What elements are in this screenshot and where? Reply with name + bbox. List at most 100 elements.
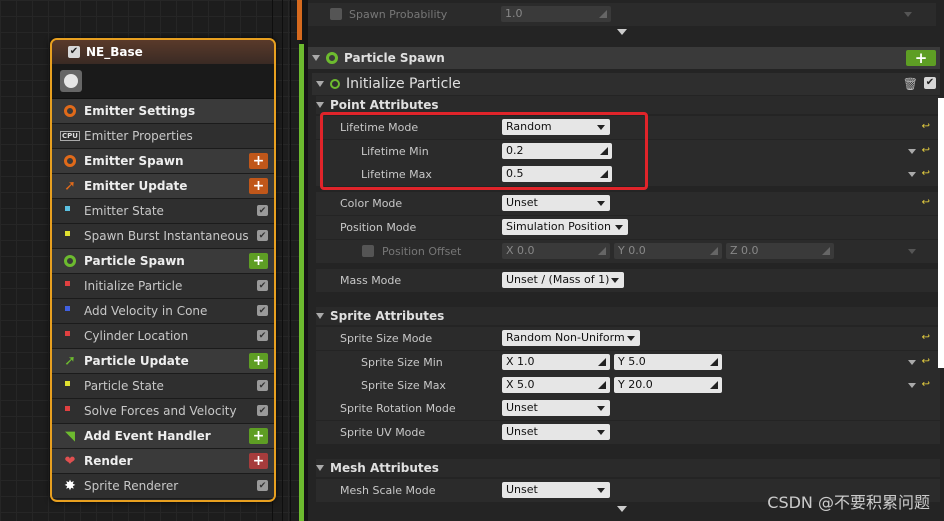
sprite-renderer-icon: ✸ — [64, 478, 76, 494]
reset-icon[interactable]: ↩ — [922, 379, 930, 390]
position-offset-z-field[interactable]: Z 0.0 — [726, 243, 834, 259]
row-label: Sprite Renderer — [84, 479, 179, 493]
position-offset-z-value: Z 0.0 — [730, 244, 759, 257]
module-enable-checkbox[interactable]: ✔ — [257, 405, 268, 416]
add-module-button[interactable]: + — [249, 153, 268, 169]
reset-icon[interactable]: ↩ — [922, 121, 930, 132]
module-enable-checkbox[interactable]: ✔ — [257, 205, 268, 216]
sprite-size-max-y-field[interactable]: Y 20.0 — [614, 377, 722, 393]
module-item[interactable]: Emitter State ✔ — [52, 199, 274, 224]
scroll-down-icon[interactable] — [617, 506, 627, 512]
module-enable-checkbox[interactable]: ✔ — [257, 480, 268, 491]
stage-header[interactable]: ◥ Add Event Handler + — [52, 424, 274, 449]
module-enable-checkbox[interactable]: ✔ — [257, 305, 268, 316]
initialize-particle-header[interactable]: Initialize Particle 🗑 ✔ — [312, 73, 940, 95]
delete-icon[interactable]: 🗑 — [903, 77, 918, 91]
position-offset-y-field[interactable]: Y 0.0 — [614, 243, 722, 259]
sprite-attributes-header[interactable]: Sprite Attributes — [316, 307, 940, 325]
sprite-size-min-y-value: Y 5.0 — [618, 355, 646, 368]
mass-mode-value: Unset / (Mass of 1) — [506, 273, 610, 286]
node-header[interactable]: ✔ NE_Base — [52, 40, 274, 64]
node-enable-checkbox[interactable]: ✔ — [68, 46, 80, 58]
position-offset-checkbox[interactable] — [362, 245, 374, 257]
mesh-attributes-title: Mesh Attributes — [330, 461, 439, 475]
module-item[interactable]: Cylinder Location ✔ — [52, 324, 274, 349]
stage-header[interactable]: ❤ Render + — [52, 449, 274, 474]
node-thumbnail-row — [52, 64, 274, 99]
module-enable-checkbox[interactable]: ✔ — [257, 380, 268, 391]
mass-mode-label: Mass Mode — [340, 274, 402, 287]
module-item[interactable]: Spawn Burst Instantaneous ✔ — [52, 224, 274, 249]
reset-icon[interactable]: ↩ — [922, 332, 930, 343]
stage-header[interactable]: ➚ Particle Update + — [52, 349, 274, 374]
sprite-size-max-dropdown-icon[interactable] — [908, 383, 916, 388]
particle-spawn-header[interactable]: Particle Spawn + — [308, 47, 940, 69]
mesh-attributes-header[interactable]: Mesh Attributes — [316, 459, 940, 477]
sprite-size-mode-label: Sprite Size Mode — [340, 332, 433, 345]
add-module-button[interactable]: + — [249, 428, 268, 444]
sprite-size-max-x-value: X 5.0 — [506, 378, 535, 391]
reset-icon[interactable]: ↩ — [922, 197, 930, 208]
node-title: NE_Base — [86, 45, 143, 59]
module-enable-checkbox[interactable]: ✔ — [257, 280, 268, 291]
selection-details-panel: Spawn Probability 1.0 Particle Spawn + I… — [308, 0, 944, 521]
module-enable-checkbox[interactable]: ✔ — [924, 77, 936, 89]
details-scrollbar[interactable] — [938, 98, 944, 368]
sprite-size-min-x-field[interactable]: X 1.0 — [502, 354, 610, 370]
row-label: Spawn Burst Instantaneous — [84, 229, 249, 243]
row-label: Emitter Spawn — [84, 154, 184, 168]
stage-header[interactable]: Emitter Settings — [52, 99, 274, 124]
position-mode-select[interactable]: Simulation Position — [502, 219, 628, 235]
add-module-button[interactable]: + — [249, 353, 268, 369]
module-item[interactable]: Add Velocity in Cone ✔ — [52, 299, 274, 324]
spawn-probability-field[interactable]: 1.0 — [501, 6, 611, 22]
sprite-size-max-row: Sprite Size Max X 5.0 Y 20.0 ↩ — [316, 374, 940, 397]
stage-header[interactable]: Particle Spawn + — [52, 249, 274, 274]
mass-mode-select[interactable]: Unset / (Mass of 1) — [502, 272, 624, 288]
module-item[interactable]: CPU Emitter Properties — [52, 124, 274, 149]
lifetime-max-dropdown-icon[interactable] — [908, 172, 916, 177]
sprite-size-mode-row: Sprite Size Mode Random Non-Uniform ↩ — [316, 327, 940, 350]
row-label: Initialize Particle — [84, 279, 183, 293]
module-item[interactable]: Solve Forces and Velocity ✔ — [52, 399, 274, 424]
row-label: Particle Update — [84, 354, 189, 368]
module-item[interactable]: Initialize Particle ✔ — [52, 274, 274, 299]
reset-icon[interactable]: ↩ — [922, 168, 930, 179]
spawn-probability-checkbox[interactable] — [330, 8, 342, 20]
reset-icon[interactable]: ↩ — [922, 356, 930, 367]
sprite-size-max-x-field[interactable]: X 5.0 — [502, 377, 610, 393]
position-offset-x-field[interactable]: X 0.0 — [502, 243, 610, 259]
emitter-spawn-group-bar — [297, 0, 302, 40]
sprite-size-min-dropdown-icon[interactable] — [908, 360, 916, 365]
row-label: Emitter Settings — [84, 104, 196, 118]
emitter-spawn-icon — [62, 153, 78, 169]
add-module-button[interactable]: + — [249, 253, 268, 269]
stage-header[interactable]: ➚ Emitter Update + — [52, 174, 274, 199]
color-mode-select[interactable]: Unset — [502, 195, 610, 211]
module-item[interactable]: Particle State ✔ — [52, 374, 274, 399]
lifetime-highlight-box — [320, 112, 648, 190]
sprite-rotation-mode-select[interactable]: Unset — [502, 400, 610, 416]
module-item[interactable]: ✸ Sprite Renderer ✔ — [52, 474, 274, 499]
module-enable-checkbox[interactable]: ✔ — [257, 230, 268, 241]
spawn-probability-dropdown-icon[interactable] — [904, 12, 912, 17]
add-module-button[interactable]: + — [906, 49, 936, 67]
module-dots-icon — [62, 278, 78, 294]
emitter-node[interactable]: ✔ NE_Base Emitter Settings CPU Emitter Pro… — [50, 38, 276, 502]
sprite-size-min-row: Sprite Size Min X 1.0 Y 5.0 ↩ — [316, 351, 940, 374]
lifetime-min-dropdown-icon[interactable] — [908, 149, 916, 154]
sprite-uv-mode-select[interactable]: Unset — [502, 424, 610, 440]
row-label: Particle State — [84, 379, 164, 393]
sprite-size-mode-select[interactable]: Random Non-Uniform — [502, 330, 640, 346]
reset-icon[interactable]: ↩ — [922, 145, 930, 156]
color-mode-value: Unset — [506, 196, 538, 209]
mesh-scale-mode-select[interactable]: Unset — [502, 482, 610, 498]
module-enable-checkbox[interactable]: ✔ — [257, 330, 268, 341]
position-offset-dropdown-icon[interactable] — [908, 249, 916, 254]
stage-header[interactable]: Emitter Spawn + — [52, 149, 274, 174]
sprite-size-min-y-field[interactable]: Y 5.0 — [614, 354, 722, 370]
add-module-button[interactable]: + — [249, 178, 268, 194]
spawn-probability-row: Spawn Probability 1.0 — [308, 3, 936, 26]
add-module-button[interactable]: + — [249, 453, 268, 469]
scroll-down-icon[interactable] — [617, 29, 627, 35]
